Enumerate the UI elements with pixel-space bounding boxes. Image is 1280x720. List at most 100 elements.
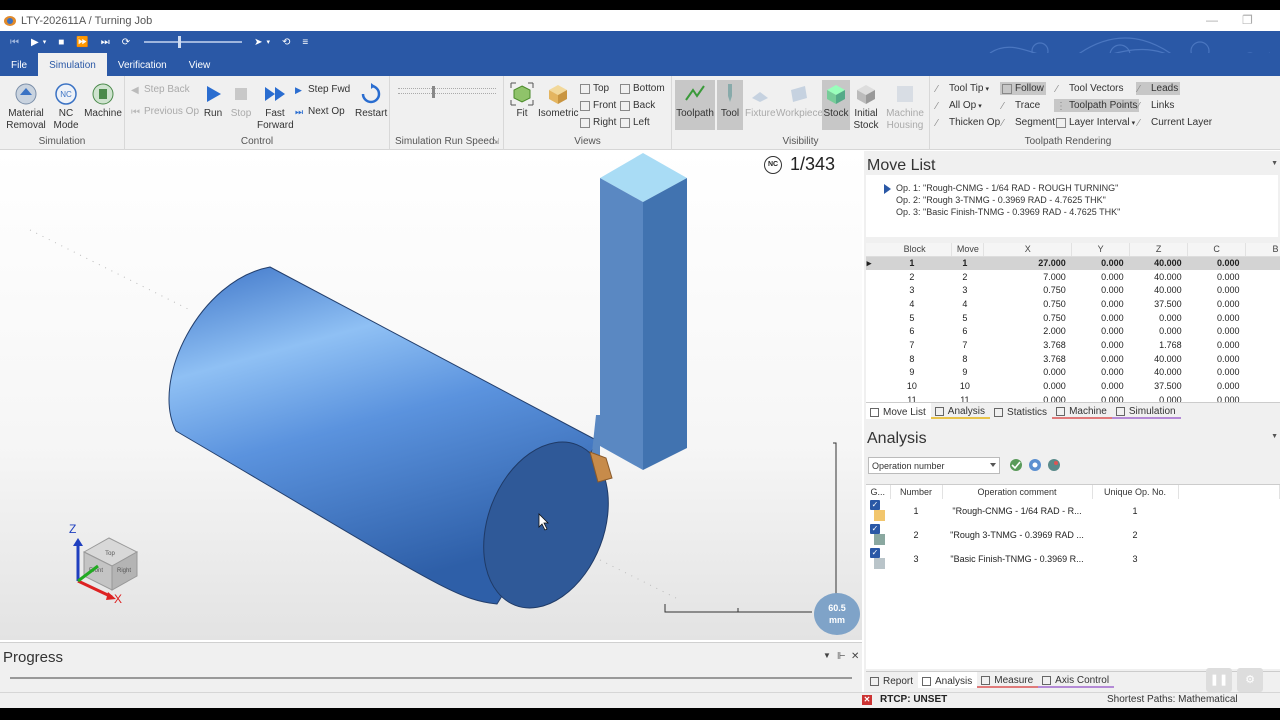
- column-header-unique-op[interactable]: Unique Op. No.: [1092, 485, 1179, 499]
- column-header-x[interactable]: X: [983, 243, 1073, 257]
- table-row[interactable]: 3 3 0.750 0.000 40.000 0.000 0.0: [866, 283, 1280, 297]
- run-button[interactable]: Run: [201, 82, 225, 120]
- column-header-move[interactable]: Move: [951, 243, 985, 257]
- tab-simulation[interactable]: Simulation: [38, 53, 107, 76]
- links-toggle[interactable]: ⁄ Links: [1138, 100, 1174, 112]
- speed-slider[interactable]: [144, 36, 243, 48]
- pause-overlay-icon[interactable]: ❚❚: [1206, 668, 1232, 692]
- next-op-button[interactable]: ⏭ Next Op: [295, 106, 345, 117]
- layer-interval-button[interactable]: Layer Interval ▾: [1056, 117, 1135, 128]
- view-top-button[interactable]: Top: [580, 83, 609, 94]
- toolpath-toggle[interactable]: Toolpath: [675, 80, 715, 130]
- tab-analysis-bottom[interactable]: Analysis: [918, 672, 978, 688]
- isometric-button[interactable]: Isometric: [538, 82, 579, 120]
- operation-item[interactable]: Op. 2: "Rough 3-TNMG - 0.3969 RAD - 4.76…: [896, 195, 1106, 205]
- settings-overlay-icon[interactable]: ⚙: [1237, 668, 1263, 692]
- tab-machine[interactable]: Machine: [1052, 403, 1112, 419]
- tool-tip-button[interactable]: ⁄ Tool Tip ▾: [936, 83, 989, 95]
- thicken-op-button[interactable]: ⁄ Thicken Op: [936, 117, 1000, 129]
- visibility-checkbox[interactable]: ✓: [870, 548, 880, 558]
- pin-icon[interactable]: ⊩: [837, 651, 846, 662]
- simulation-viewport[interactable]: Top Front Right Z X: [0, 151, 862, 640]
- panel-menu-icon[interactable]: ▼: [823, 651, 831, 660]
- table-row[interactable]: 6 6 2.000 0.000 0.000 0.000 0.0: [866, 324, 1280, 338]
- pointer-icon[interactable]: ➤: [254, 37, 262, 48]
- restart-button[interactable]: Restart: [355, 82, 387, 120]
- tab-measure[interactable]: Measure: [977, 672, 1039, 688]
- all-op-button[interactable]: ⁄ All Op ▾: [936, 100, 982, 112]
- table-row[interactable]: 2 2 7.000 0.000 40.000 0.000 0.0: [866, 270, 1280, 284]
- tab-file[interactable]: File: [0, 53, 38, 76]
- tab-verification[interactable]: Verification: [107, 53, 178, 76]
- tab-report[interactable]: Report: [866, 672, 918, 688]
- step-back-button[interactable]: ◀ Step Back: [131, 84, 190, 96]
- toolpath-points-toggle[interactable]: ⋮ Toolpath Points: [1054, 99, 1140, 112]
- tab-move-list[interactable]: Move List: [866, 403, 931, 419]
- skip-end-icon[interactable]: ⏭: [101, 37, 110, 48]
- view-back-button[interactable]: Back: [620, 100, 655, 111]
- table-row[interactable]: 10 10 0.000 0.000 37.500 0.000 0.0: [866, 379, 1280, 393]
- view-right-button[interactable]: Right: [580, 117, 616, 128]
- column-header-operation-comment[interactable]: Operation comment: [942, 485, 1093, 499]
- tab-view[interactable]: View: [178, 53, 222, 76]
- view-left-button[interactable]: Left: [620, 117, 650, 128]
- analysis-settings-icon[interactable]: [1027, 457, 1043, 473]
- leads-toggle[interactable]: ⁄ Leads: [1136, 82, 1181, 95]
- fixture-toggle[interactable]: Fixture: [745, 82, 776, 120]
- tool-vectors-toggle[interactable]: ⁄ Tool Vectors: [1056, 83, 1123, 95]
- fit-button[interactable]: Fit: [510, 82, 534, 120]
- stock-toggle[interactable]: Stock: [822, 80, 850, 130]
- tab-simulation-panel[interactable]: Simulation: [1111, 403, 1181, 419]
- play-dropdown-icon[interactable]: ▾: [43, 38, 47, 46]
- skip-back-icon[interactable]: ⏮: [10, 37, 19, 48]
- table-row[interactable]: ✓ 2 "Rough 3-TNMG - 0.3969 RAD ... 2: [866, 523, 1280, 547]
- column-header-z[interactable]: Z: [1129, 243, 1189, 257]
- run-speed-slider[interactable]: [398, 88, 496, 94]
- table-row[interactable]: 9 9 0.000 0.000 40.000 0.000 0.0: [866, 366, 1280, 380]
- restart-icon[interactable]: ⟳: [122, 37, 130, 48]
- table-row[interactable]: ✓ 3 "Basic Finish-TNMG - 0.3969 R... 3: [866, 547, 1280, 571]
- restore-icon[interactable]: ❐: [1242, 13, 1253, 27]
- previous-op-button[interactable]: ⏮ Previous Op: [131, 106, 199, 118]
- tab-analysis-top[interactable]: Analysis: [930, 403, 991, 419]
- stop-button[interactable]: Stop: [229, 82, 253, 120]
- fast-forward-button[interactable]: Fast Forward: [257, 82, 294, 132]
- table-row[interactable]: 8 8 3.768 0.000 40.000 0.000 0.0: [866, 352, 1280, 366]
- analysis-menu-icon[interactable]: ▼: [1271, 433, 1278, 440]
- color-swatch[interactable]: [874, 510, 885, 521]
- minimize-icon[interactable]: —: [1206, 13, 1218, 27]
- move-list-menu-icon[interactable]: ▼: [1271, 160, 1278, 167]
- column-header-group[interactable]: G...: [866, 485, 891, 499]
- current-layer-toggle[interactable]: ⁄ Current Layer: [1138, 117, 1212, 129]
- close-panel-icon[interactable]: ✕: [851, 651, 859, 662]
- step-fwd-button[interactable]: ▶ Step Fwd: [295, 84, 350, 95]
- view-cube[interactable]: Top Front Right: [82, 537, 139, 591]
- speed-options-icon[interactable]: ⇲: [492, 137, 499, 146]
- speed-slider-thumb[interactable]: [178, 36, 182, 48]
- color-swatch[interactable]: [874, 534, 885, 545]
- analysis-type-select[interactable]: Operation number: [868, 457, 1000, 474]
- color-swatch[interactable]: [874, 558, 885, 569]
- view-front-button[interactable]: Front: [580, 100, 616, 111]
- initial-stock-toggle[interactable]: Initial Stock: [851, 82, 881, 132]
- column-header-y[interactable]: Y: [1071, 243, 1131, 257]
- column-header-block[interactable]: Block: [877, 243, 953, 257]
- machine-button[interactable]: Machine: [83, 82, 123, 120]
- column-header-c[interactable]: C: [1187, 243, 1247, 257]
- analysis-color-icon[interactable]: [1046, 457, 1062, 473]
- table-row[interactable]: 4 4 0.750 0.000 37.500 0.000 0.0: [866, 297, 1280, 311]
- tool-toggle[interactable]: Tool: [717, 80, 743, 130]
- redo-icon[interactable]: ⟲: [282, 37, 290, 48]
- visibility-checkbox[interactable]: ✓: [870, 524, 880, 534]
- play-icon[interactable]: ▶: [31, 37, 39, 48]
- workpiece-toggle[interactable]: Workpiece: [776, 82, 823, 120]
- run-speed-thumb[interactable]: [432, 86, 435, 98]
- stop-icon[interactable]: ■: [58, 37, 64, 48]
- visibility-checkbox[interactable]: ✓: [870, 500, 880, 510]
- follow-toggle[interactable]: Follow: [1000, 82, 1046, 95]
- nc-mode-button[interactable]: NC NC Mode: [52, 82, 80, 132]
- trace-toggle[interactable]: ⁄ Trace: [1002, 100, 1040, 112]
- table-row[interactable]: ✓ 1 "Rough-CNMG - 1/64 RAD - R... 1: [866, 499, 1280, 523]
- customize-qat-icon[interactable]: ≡: [302, 37, 308, 48]
- pointer-dropdown-icon[interactable]: ▾: [267, 38, 271, 46]
